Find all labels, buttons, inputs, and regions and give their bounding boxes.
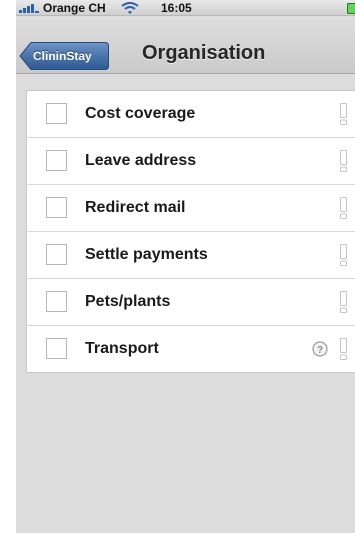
checkbox[interactable] (46, 150, 67, 171)
list-item[interactable]: Redirect mail (27, 184, 355, 231)
carrier-name: Orange CH (43, 1, 106, 15)
list-item[interactable]: Cost coverage (27, 91, 355, 137)
exclamation-indicator-icon (340, 197, 347, 219)
navigation-bar: ClininStay Organisation (16, 17, 355, 74)
back-button[interactable]: ClininStay (19, 41, 110, 71)
list-item-label: Leave address (85, 152, 197, 169)
checkbox[interactable] (46, 291, 67, 312)
task-list: Cost coverage Leave address Redirect mai… (26, 90, 355, 373)
status-time: 16:05 (161, 1, 192, 15)
screen: Orange CH 16:05 ClininStay Organisation … (16, 0, 355, 533)
battery-icon (347, 3, 355, 14)
list-item-label: Settle payments (85, 246, 208, 263)
list-item-label: Redirect mail (85, 199, 186, 216)
question-circle-icon[interactable]: ? (312, 341, 328, 357)
list-item[interactable]: Transport ? (27, 325, 355, 372)
exclamation-indicator-icon (340, 150, 347, 172)
page-title: Organisation (142, 42, 266, 64)
list-item-label: Transport (85, 340, 159, 357)
wifi-icon (121, 2, 139, 14)
exclamation-indicator-icon (340, 103, 347, 125)
list-item[interactable]: Pets/plants (27, 278, 355, 325)
checkbox[interactable] (46, 103, 67, 124)
checkbox[interactable] (46, 244, 67, 265)
list-item-label: Pets/plants (85, 293, 171, 310)
svg-text:?: ? (317, 345, 323, 356)
status-bar: Orange CH 16:05 (16, 0, 355, 16)
exclamation-indicator-icon (340, 244, 347, 266)
signal-bars-icon (19, 4, 39, 13)
list-item[interactable]: Settle payments (27, 231, 355, 278)
list-item-label: Cost coverage (85, 105, 196, 122)
exclamation-indicator-icon (340, 338, 347, 360)
exclamation-indicator-icon (340, 291, 347, 313)
back-button-label: ClininStay (33, 49, 92, 63)
list-item[interactable]: Leave address (27, 137, 355, 184)
checkbox[interactable] (46, 197, 67, 218)
checkbox[interactable] (46, 338, 67, 359)
